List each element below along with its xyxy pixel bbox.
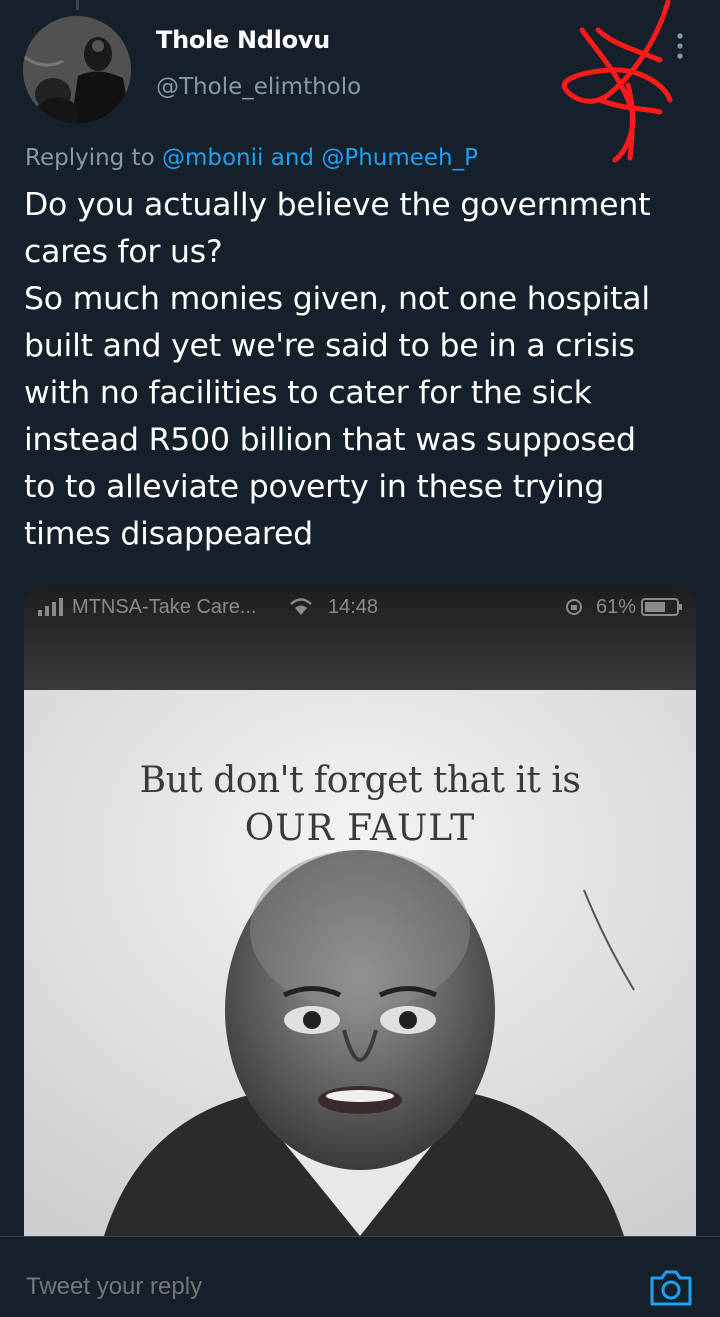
tweet-text-line: cares for us? — [24, 234, 223, 270]
carrier-name: MTNSA-Take Care... — [72, 596, 257, 618]
tweet-text-line: times disappeared — [24, 516, 313, 552]
tweet-text-line: built and yet we're said to be in a cris… — [24, 328, 635, 364]
rotation-lock-icon — [566, 599, 582, 615]
user-handle[interactable]: @Thole_elimtholo — [156, 74, 361, 100]
replying-to-line: Replying to @mbonii and @Phumeeh_P — [25, 145, 478, 171]
embedded-phone-status-bar: MTNSA-Take Care... 14:48 61% — [24, 586, 696, 690]
tweet-text: Do you actually believe the government c… — [24, 182, 704, 558]
mention-mbonii[interactable]: @mbonii — [162, 145, 263, 171]
status-time: 14:48 — [328, 596, 379, 618]
battery-icon — [641, 598, 682, 616]
avatar[interactable] — [23, 16, 131, 124]
wifi-icon — [290, 598, 312, 615]
tweet-text-line: Do you actually believe the government — [24, 187, 651, 223]
tweet-text-line: with no facilities to cater for the sick — [24, 375, 592, 411]
replying-and[interactable]: and — [271, 145, 314, 171]
display-name[interactable]: Thole Ndlovu — [156, 26, 330, 54]
camera-icon[interactable] — [648, 1268, 694, 1308]
tweet-text-line: So much monies given, not one hospital — [24, 281, 650, 317]
avatar-photo — [23, 16, 131, 124]
meme-headline-line1: But don't forget that it is — [139, 760, 581, 801]
red-scribble-annotation — [561, 0, 673, 163]
meme-headline-line2: OUR FAULT — [244, 808, 476, 849]
thread-connector-line — [76, 0, 79, 10]
signal-icon — [38, 598, 63, 616]
tweet-reply-input[interactable] — [24, 1272, 338, 1302]
replying-prefix: Replying to — [25, 145, 155, 171]
tweet-text-line: instead R500 billion that was supposed — [24, 422, 636, 458]
mention-phumeeh[interactable]: @Phumeeh_P — [321, 145, 478, 171]
battery-percent: 61% — [596, 596, 637, 618]
tweet-media-image[interactable]: MTNSA-Take Care... 14:48 61% But don't f… — [24, 586, 696, 1236]
tweet-text-line: to to alleviate poverty in these trying — [24, 469, 605, 505]
